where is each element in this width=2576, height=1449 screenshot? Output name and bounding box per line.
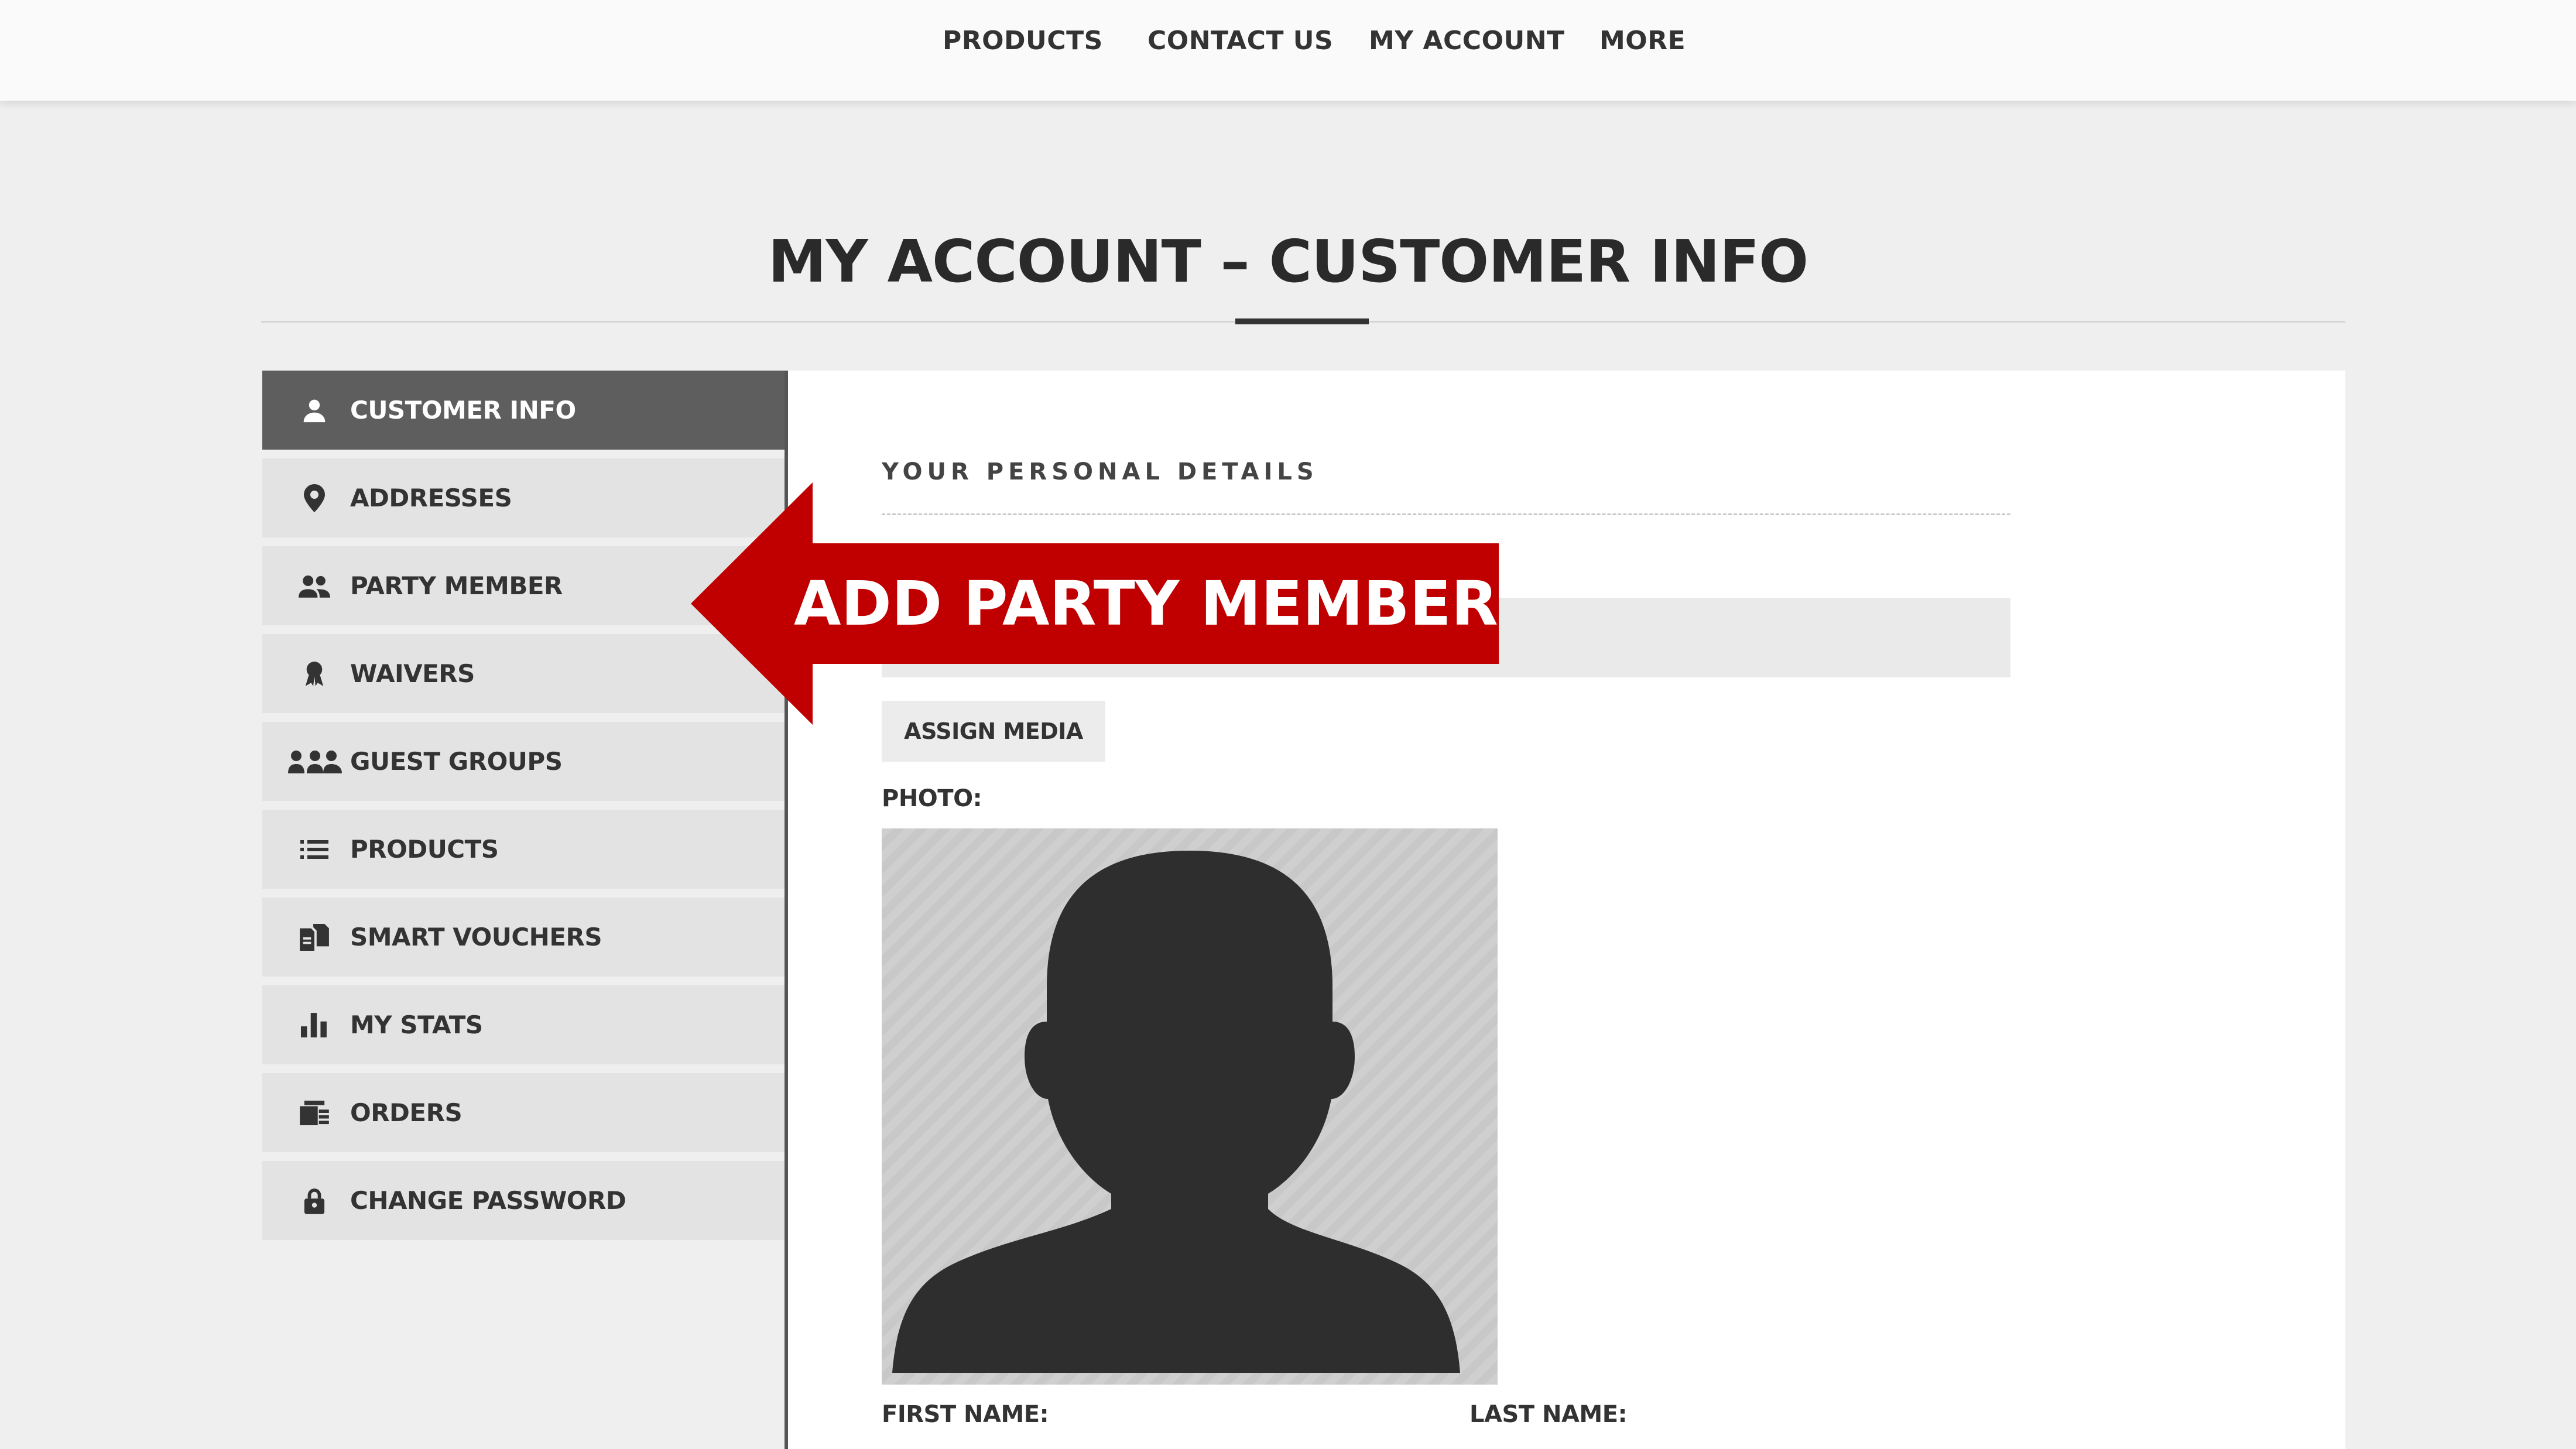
section-heading: YOUR PERSONAL DETAILS xyxy=(882,458,1318,485)
nav-contact-us[interactable]: CONTACT US xyxy=(1147,0,1333,82)
sidebar-item-products[interactable]: PRODUCTS xyxy=(262,810,785,889)
sidebar-item-label: WAIVERS xyxy=(350,659,475,688)
sidebar-item-label: PARTY MEMBER xyxy=(350,571,563,600)
nav-products[interactable]: PRODUCTS xyxy=(943,0,1103,82)
sidebar-item-change-password[interactable]: CHANGE PASSWORD xyxy=(262,1161,785,1240)
location-pin-icon xyxy=(288,458,341,537)
last-name-label: LAST NAME: xyxy=(1469,1401,1628,1428)
page-title: MY ACCOUNT – CUSTOMER INFO xyxy=(768,227,1808,296)
photo-label: PHOTO: xyxy=(882,785,982,812)
nav-more[interactable]: MORE xyxy=(1599,0,1686,82)
first-name-label: FIRST NAME: xyxy=(882,1401,1049,1428)
sidebar-item-label: PRODUCTS xyxy=(350,835,499,864)
sidebar-item-label: CUSTOMER INFO xyxy=(350,396,576,424)
list-icon xyxy=(288,810,341,889)
sidebar-item-my-stats[interactable]: MY STATS xyxy=(262,985,785,1064)
user-icon xyxy=(288,371,341,450)
sidebar-item-label: MY STATS xyxy=(350,1010,483,1039)
callout-label: ADD PARTY MEMBER xyxy=(794,568,1498,639)
nav-my-account[interactable]: MY ACCOUNT xyxy=(1369,0,1565,82)
two-users-icon xyxy=(288,546,341,625)
sidebar-item-label: SMART VOUCHERS xyxy=(350,923,602,951)
ribbon-badge-icon xyxy=(288,634,341,713)
sidebar-item-orders[interactable]: ORDERS xyxy=(262,1073,785,1152)
voucher-documents-icon xyxy=(288,898,341,977)
orders-icon xyxy=(288,1073,341,1152)
sidebar-item-label: ADDRESSES xyxy=(350,484,512,512)
group-users-icon xyxy=(280,722,350,801)
sidebar-item-customer-info[interactable]: CUSTOMER INFO xyxy=(262,371,785,450)
silhouette-icon xyxy=(892,851,1460,1373)
top-navigation-bar: PRODUCTS CONTACT US MY ACCOUNT MORE xyxy=(0,0,2576,101)
sidebar-item-guest-groups[interactable]: GUEST GROUPS xyxy=(262,722,785,801)
sidebar-item-label: GUEST GROUPS xyxy=(350,747,563,776)
sidebar-item-label: ORDERS xyxy=(350,1098,463,1127)
lock-icon xyxy=(288,1161,341,1240)
sidebar-item-smart-vouchers[interactable]: SMART VOUCHERS xyxy=(262,898,785,977)
bar-chart-icon xyxy=(288,985,341,1064)
sidebar-item-label: CHANGE PASSWORD xyxy=(350,1186,626,1215)
title-accent-bar xyxy=(1235,318,1369,324)
profile-photo-placeholder[interactable] xyxy=(882,828,1498,1385)
